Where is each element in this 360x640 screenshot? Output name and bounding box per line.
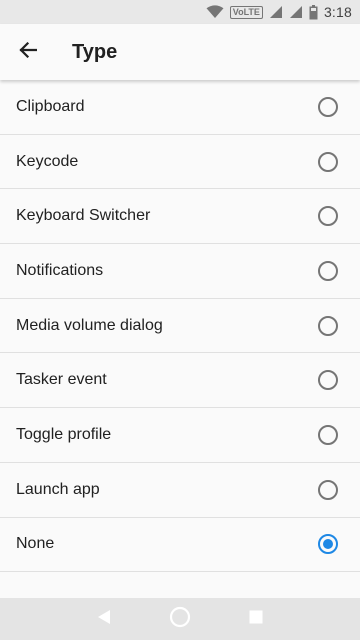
option-label: Keyboard Switcher	[16, 207, 151, 225]
status-bar: VoLTE 3:18	[0, 0, 360, 24]
option-none[interactable]: None	[0, 518, 360, 573]
radio-button[interactable]	[318, 315, 338, 336]
screen: VoLTE 3:18 Type Clipboard Keycode Keyboa…	[0, 0, 360, 640]
option-label: Media volume dialog	[16, 316, 163, 334]
radio-button[interactable]	[318, 534, 338, 555]
navigation-bar	[0, 598, 360, 640]
recents-square-icon	[248, 609, 264, 630]
clock: 3:18	[323, 4, 352, 20]
option-label: Toggle profile	[16, 425, 112, 443]
option-label: None	[16, 535, 55, 553]
option-toggle-profile[interactable]: Toggle profile	[0, 408, 360, 463]
nav-back-button[interactable]	[66, 598, 142, 640]
radio-button[interactable]	[318, 370, 338, 391]
page-title: Type	[72, 40, 118, 63]
option-tasker-event[interactable]: Tasker event	[0, 353, 360, 409]
option-label: Notifications	[16, 261, 104, 279]
option-label: Clipboard	[16, 97, 85, 115]
option-notifications[interactable]: Notifications	[0, 244, 360, 299]
signal-icon	[289, 0, 303, 24]
option-label: Launch app	[16, 480, 100, 498]
radio-button[interactable]	[318, 479, 338, 500]
volte-icon: VoLTE	[229, 0, 263, 24]
wifi-icon	[206, 0, 224, 24]
signal-icon	[269, 0, 283, 24]
home-circle-icon	[169, 606, 191, 633]
volte-label: VoLTE	[229, 5, 263, 19]
radio-button[interactable]	[318, 206, 338, 227]
type-options-list: Clipboard Keycode Keyboard Switcher Noti…	[0, 80, 360, 573]
option-keyboard-switcher[interactable]: Keyboard Switcher	[0, 189, 360, 245]
nav-home-button[interactable]	[142, 598, 218, 640]
battery-icon	[309, 0, 318, 24]
back-button[interactable]	[0, 24, 56, 80]
option-label: Keycode	[16, 152, 79, 170]
option-label: Tasker event	[16, 371, 107, 389]
radio-button[interactable]	[318, 96, 338, 117]
arrow-back-icon	[19, 41, 38, 63]
radio-button[interactable]	[318, 260, 338, 281]
radio-button[interactable]	[318, 424, 338, 445]
radio-button[interactable]	[318, 151, 338, 172]
radio-selected-dot	[323, 539, 333, 550]
option-launch-app[interactable]: Launch app	[0, 463, 360, 518]
option-clipboard[interactable]: Clipboard	[0, 80, 360, 135]
back-triangle-icon	[96, 609, 112, 630]
app-bar: Type	[0, 24, 360, 80]
nav-recents-button[interactable]	[218, 598, 294, 640]
option-keycode[interactable]: Keycode	[0, 135, 360, 190]
option-media-volume-dialog[interactable]: Media volume dialog	[0, 299, 360, 354]
